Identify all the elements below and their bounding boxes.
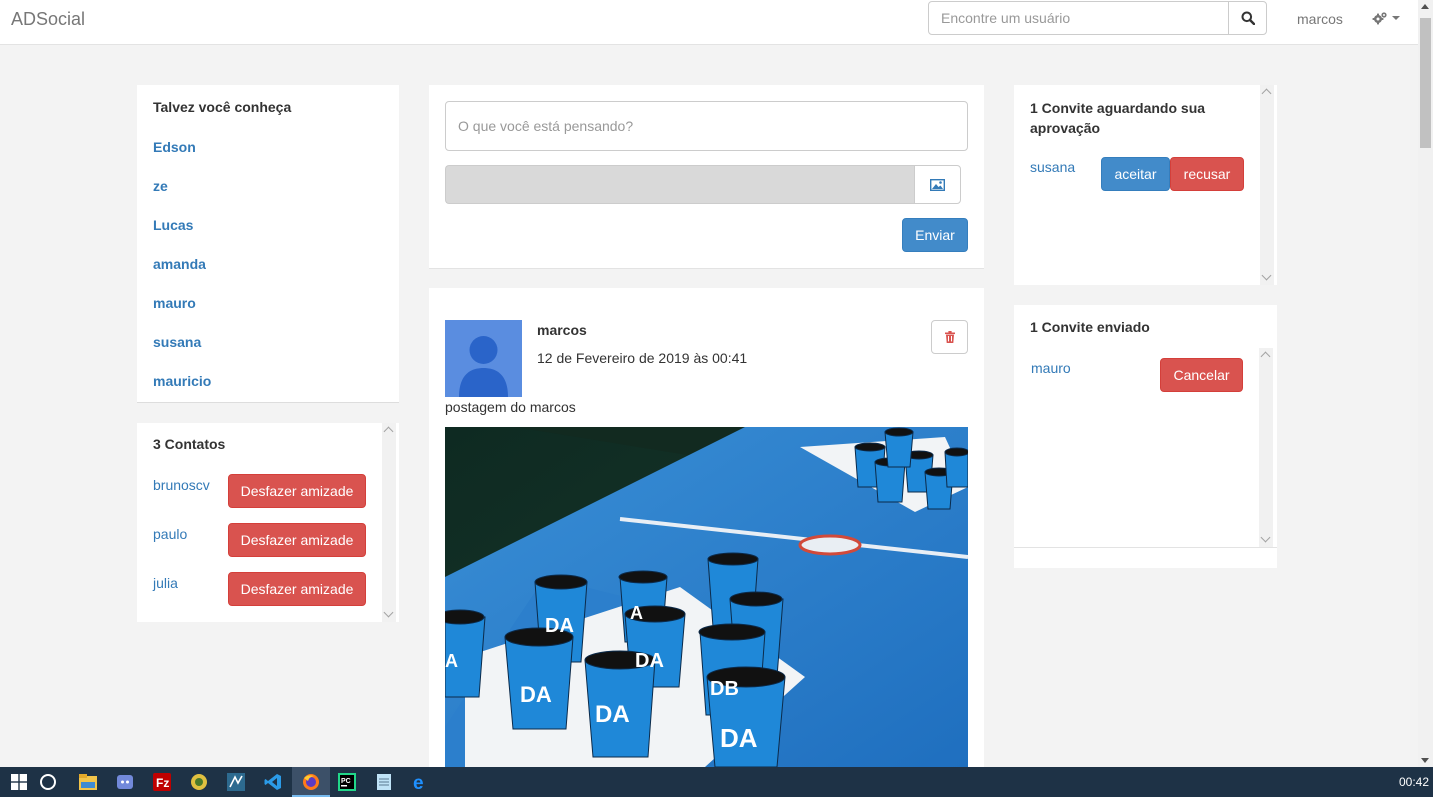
gears-icon [1372, 12, 1387, 25]
unfriend-button[interactable]: Desfazer amizade [228, 523, 366, 557]
navbar: ADSocial marcos [0, 0, 1418, 45]
avatar[interactable] [445, 320, 522, 397]
unfriend-button[interactable]: Desfazer amizade [228, 474, 366, 508]
trash-icon [944, 331, 955, 343]
scroll-up-icon[interactable] [1421, 4, 1429, 9]
post-card: marcos 12 de Fevereiro de 2019 às 00:41 … [429, 288, 984, 767]
pending-invites-panel: 1 Convite aguardando sua aprovação susan… [1014, 85, 1277, 285]
beer-pong-photo: DA A DA DA DB DA DA A [445, 427, 968, 767]
scroll-down-icon[interactable] [1260, 532, 1271, 543]
contact-link[interactable]: brunoscv [153, 477, 210, 493]
post-author: marcos [537, 322, 587, 338]
svg-text:A: A [630, 603, 643, 623]
settings-dropdown[interactable] [1372, 11, 1400, 25]
suggestion-link[interactable]: susana [153, 334, 201, 350]
sent-invites-title: 1 Convite enviado [1030, 319, 1150, 335]
brand-link[interactable]: ADSocial [11, 9, 85, 30]
contact-link[interactable]: paulo [153, 526, 187, 542]
sent-invites-panel: 1 Convite enviado mauro Cancelar [1014, 305, 1277, 568]
pending-invites-title: 1 Convite aguardando sua aprovação [1030, 100, 1206, 136]
file-explorer-icon[interactable] [69, 767, 107, 797]
post-composer: O que você está pensando? Enviar [429, 85, 984, 269]
cancel-invite-button[interactable]: Cancelar [1160, 358, 1243, 392]
heidisql-icon[interactable] [180, 767, 218, 797]
page-scrollbar[interactable] [1418, 0, 1433, 767]
search-button[interactable] [1228, 1, 1267, 35]
pycharm-icon[interactable]: PC [328, 767, 366, 797]
suggestion-link[interactable]: ze [153, 178, 168, 194]
accept-invite-button[interactable]: aceitar [1101, 157, 1170, 191]
user-silhouette-icon [459, 336, 508, 397]
scroll-up-icon[interactable] [383, 426, 394, 437]
svg-text:Fz: Fz [156, 776, 169, 790]
nav-user-link[interactable]: marcos [1297, 11, 1343, 27]
divider [1014, 547, 1277, 548]
delete-post-button[interactable] [931, 320, 968, 354]
suggestion-link[interactable]: mauro [153, 295, 196, 311]
scroll-down-icon[interactable] [1421, 758, 1429, 763]
image-icon [930, 178, 945, 191]
scrollbar-thumb[interactable] [1420, 18, 1431, 148]
suggestions-title: Talvez você conheça [153, 99, 292, 115]
edge-icon[interactable]: e [402, 767, 440, 797]
chevron-down-icon [1392, 16, 1400, 20]
file-input[interactable] [445, 165, 915, 204]
post-photo[interactable]: DA A DA DA DB DA DA A [445, 427, 968, 767]
notepad-icon[interactable] [365, 767, 403, 797]
svg-text:DB: DB [710, 678, 739, 700]
post-text-input[interactable]: O que você está pensando? [445, 101, 968, 151]
scroll-down-icon[interactable] [1261, 270, 1272, 281]
discord-icon[interactable] [106, 767, 144, 797]
contacts-panel: 3 Contatos brunoscv Desfazer amizade pau… [137, 423, 399, 622]
submit-post-button[interactable]: Enviar [902, 218, 968, 252]
user-search-input[interactable] [928, 1, 1229, 35]
svg-text:DA: DA [520, 682, 552, 707]
suggestion-link[interactable]: mauricio [153, 373, 211, 389]
suggestions-panel: Talvez você conheça Edson ze Lucas amand… [137, 85, 399, 403]
contacts-scrollbar[interactable] [382, 423, 396, 622]
taskbar: Fz PC e 00:42 [0, 767, 1433, 797]
svg-text:A: A [445, 651, 458, 671]
scroll-up-icon[interactable] [1260, 351, 1271, 362]
svg-text:DA: DA [545, 615, 574, 637]
pending-invites-scrollbar[interactable] [1260, 85, 1274, 285]
svg-text:e: e [413, 773, 424, 791]
suggestion-link[interactable]: Edson [153, 139, 196, 155]
mysql-workbench-icon[interactable] [217, 767, 255, 797]
suggestion-link[interactable]: Lucas [153, 217, 193, 233]
sent-invites-scrollbar[interactable] [1259, 348, 1273, 547]
svg-text:DA: DA [720, 723, 758, 753]
svg-text:PC: PC [341, 778, 351, 785]
unfriend-button[interactable]: Desfazer amizade [228, 572, 366, 606]
post-timestamp: 12 de Fevereiro de 2019 às 00:41 [537, 350, 748, 366]
firefox-icon[interactable] [292, 767, 330, 797]
sent-invite-user-link[interactable]: mauro [1031, 360, 1071, 376]
image-upload-button[interactable] [914, 165, 961, 204]
svg-text:DA: DA [595, 701, 630, 728]
filezilla-icon[interactable]: Fz [143, 767, 181, 797]
svg-text:DA: DA [635, 650, 664, 672]
invite-user-link[interactable]: susana [1030, 159, 1075, 175]
scroll-up-icon[interactable] [1261, 88, 1272, 99]
search-icon [1241, 11, 1255, 25]
cortana-icon[interactable] [29, 767, 67, 797]
contacts-title: 3 Contatos [153, 436, 226, 452]
reject-invite-button[interactable]: recusar [1170, 157, 1244, 191]
taskbar-clock[interactable]: 00:42 [1399, 775, 1429, 789]
contact-link[interactable]: julia [153, 575, 178, 591]
post-body: postagem do marcos [445, 399, 576, 415]
vscode-icon[interactable] [254, 767, 292, 797]
suggestion-link[interactable]: amanda [153, 256, 206, 272]
scroll-down-icon[interactable] [383, 607, 394, 618]
